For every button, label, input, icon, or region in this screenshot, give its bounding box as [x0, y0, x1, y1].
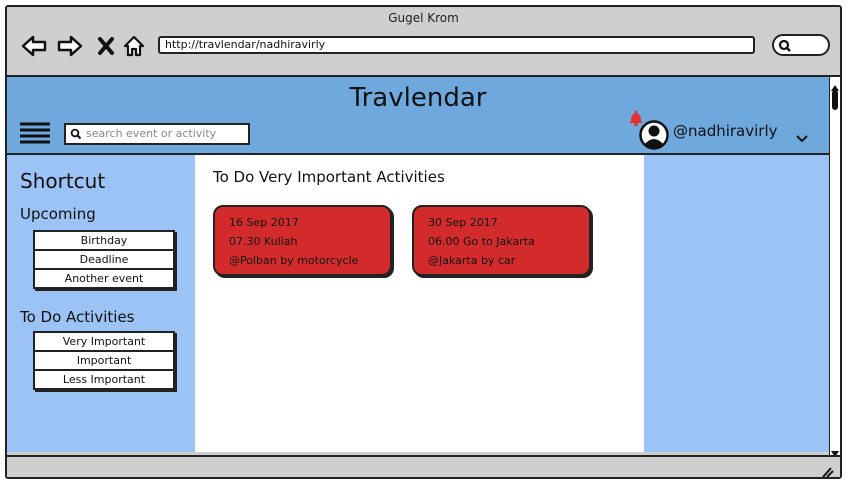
todo-list: Very Important Important Less Important	[33, 331, 175, 390]
search-placeholder: search event or activity	[86, 127, 217, 140]
main-content: To Do Very Important Activities 16 Sep 2…	[195, 155, 644, 452]
card-location: @Jakarta by car	[428, 254, 516, 267]
sidebar-title: Shortcut	[20, 169, 106, 193]
card-activity: 07.30 Kuliah	[229, 235, 298, 248]
upcoming-heading: Upcoming	[20, 205, 96, 223]
card-date: 16 Sep 2017	[229, 216, 299, 229]
browser-window: Gugel Krom http://travlendar/nadhiravirl…	[5, 5, 842, 479]
sidebar-item-important[interactable]: Important	[33, 350, 175, 371]
sidebar-item-less-important[interactable]: Less Important	[33, 369, 175, 390]
app-viewport: Travlendar search event or activity @nad…	[7, 77, 829, 452]
card-date: 30 Sep 2017	[428, 216, 498, 229]
resize-grip-icon[interactable]	[820, 463, 834, 477]
username[interactable]: @nadhiravirly	[673, 122, 778, 140]
sidebar-item-birthday[interactable]: Birthday	[33, 230, 175, 251]
browser-toolbar: http://travlendar/nadhiravirly	[7, 29, 840, 75]
address-bar[interactable]: http://travlendar/nadhiravirly	[158, 36, 755, 54]
scroll-up-icon[interactable]	[830, 78, 840, 91]
browser-search-button[interactable]	[772, 34, 830, 56]
back-arrow-icon[interactable]	[21, 33, 47, 59]
search-input[interactable]: search event or activity	[64, 123, 250, 145]
scroll-down-icon[interactable]	[830, 444, 840, 457]
hamburger-menu-icon[interactable]	[19, 121, 51, 149]
window-title: Gugel Krom	[388, 11, 459, 25]
scrollbar-thumb[interactable]	[832, 90, 838, 110]
todo-heading: To Do Activities	[20, 308, 135, 326]
activity-card[interactable]: 16 Sep 2017 07.30 Kuliah @Polban by moto…	[213, 205, 392, 276]
app-header: Travlendar search event or activity @nad…	[7, 77, 829, 155]
vertical-scrollbar[interactable]	[829, 77, 840, 457]
sidebar-item-deadline[interactable]: Deadline	[33, 249, 175, 270]
forward-arrow-icon[interactable]	[57, 33, 83, 59]
search-icon	[70, 128, 82, 140]
magnifier-icon	[778, 39, 791, 52]
sidebar-item-very-important[interactable]: Very Important	[33, 331, 175, 352]
app-title: Travlendar	[349, 83, 487, 113]
card-location: @Polban by motorcycle	[229, 254, 359, 267]
stop-x-icon[interactable]	[93, 33, 119, 59]
page-title: To Do Very Important Activities	[213, 168, 445, 186]
right-panel	[644, 155, 829, 452]
activity-card[interactable]: 30 Sep 2017 06.00 Go to Jakarta @Jakarta…	[412, 205, 591, 276]
status-bar	[7, 455, 840, 477]
card-activity: 06.00 Go to Jakarta	[428, 235, 535, 248]
home-icon[interactable]	[121, 33, 147, 59]
upcoming-list: Birthday Deadline Another event	[33, 230, 175, 289]
user-avatar-icon[interactable]	[639, 119, 669, 155]
chevron-down-icon[interactable]	[795, 129, 809, 148]
sidebar: Shortcut Upcoming Birthday Deadline Anot…	[7, 155, 195, 452]
sidebar-item-another-event[interactable]: Another event	[33, 268, 175, 289]
